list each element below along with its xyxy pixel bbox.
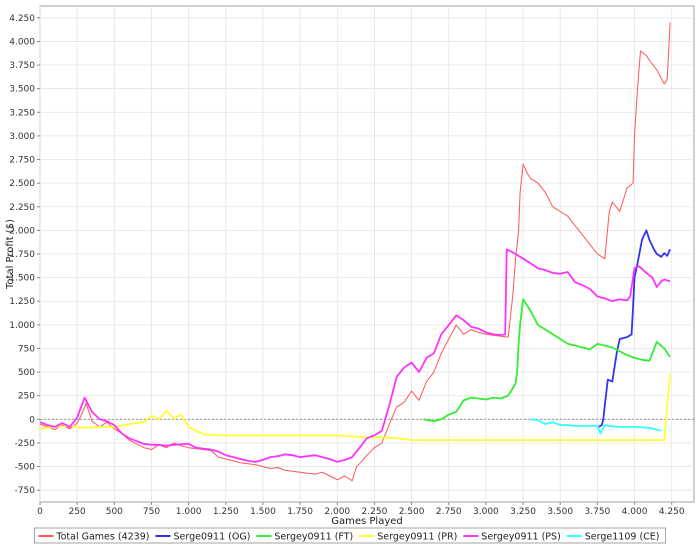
x-tick-label: 1.500 <box>250 507 276 517</box>
y-tick-label: 500 <box>18 368 35 378</box>
y-tick-label: 4.250 <box>9 14 35 24</box>
y-axis-label: Total Profit ($) <box>5 219 16 290</box>
legend-label: Sergey0911 (PS) <box>481 532 560 543</box>
legend-label: Sergey0911 (PR) <box>377 532 457 543</box>
y-tick-label: 1.000 <box>9 321 35 331</box>
profit-chart: 0 250 500 750 1.000 1.250 1.500 1.750 2.000 2.250… <box>5 5 695 544</box>
y-tick-label: 2.250 <box>9 203 35 213</box>
y-tick-label: 3.500 <box>9 85 35 95</box>
y-tick-label: 0 <box>29 415 35 425</box>
y-tick-label: -500 <box>15 463 36 473</box>
x-tick-label: 4.250 <box>659 507 685 517</box>
y-tick-label: 4.000 <box>9 37 35 47</box>
y-tick-label: -250 <box>15 439 36 449</box>
x-tick-label: 750 <box>143 507 160 517</box>
y-tick-label: 3.250 <box>9 108 35 118</box>
x-tick-label: 2.750 <box>436 507 462 517</box>
y-tick-label: 2.500 <box>9 179 35 189</box>
x-axis-ticks: 0 250 500 750 1.000 1.250 1.500 1.750 2.000 2.250… <box>37 502 685 517</box>
x-tick-label: 1.750 <box>287 507 313 517</box>
x-tick-label: 0 <box>37 507 43 517</box>
y-tick-label: 1.250 <box>9 297 35 307</box>
y-tick-label: 2.750 <box>9 156 35 166</box>
legend-label: Serge1109 (CE) <box>585 532 660 543</box>
x-tick-label: 1.250 <box>213 507 239 517</box>
x-tick-label: 3.500 <box>547 507 573 517</box>
legend-label: Sergey0911 (FT) <box>274 532 353 543</box>
x-tick-label: 3.750 <box>585 507 611 517</box>
y-tick-label: -750 <box>15 486 36 496</box>
y-tick-label: 3.750 <box>9 61 35 71</box>
legend-label: Total Games (4239) <box>55 532 149 543</box>
x-tick-label: 4.000 <box>622 507 648 517</box>
y-tick-label: 750 <box>18 344 35 354</box>
x-tick-label: 3.000 <box>473 507 499 517</box>
legend: Total Games (4239) Serge0911 (OG) Sergey09… <box>34 527 666 544</box>
y-tick-label: 3.000 <box>9 132 35 142</box>
x-tick-label: 500 <box>106 507 123 517</box>
legend-label: Serge0911 (OG) <box>173 532 250 543</box>
y-tick-label: 250 <box>18 392 35 402</box>
x-tick-label: 1.000 <box>176 507 202 517</box>
x-tick-label: 3.250 <box>510 507 536 517</box>
x-tick-label: 250 <box>69 507 86 517</box>
x-axis-label: Games Played <box>331 516 403 527</box>
